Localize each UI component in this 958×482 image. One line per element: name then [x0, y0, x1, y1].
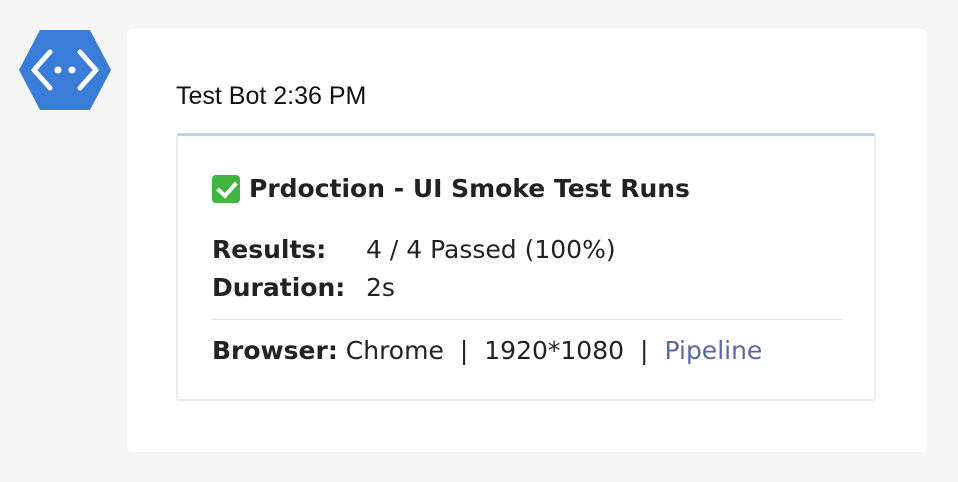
browser-label: Browser: [212, 336, 338, 365]
results-value: 4 / 4 Passed (100%) [366, 235, 616, 264]
separator: | [640, 336, 649, 365]
card-title: Prdoction - UI Smoke Test Runs [212, 174, 690, 204]
results-label: Results: [212, 235, 327, 264]
card-divider [212, 319, 843, 320]
card-title-text: Prdoction - UI Smoke Test Runs [249, 174, 690, 203]
test-result-card: Prdoction - UI Smoke Test Runs Results: 4… [176, 133, 876, 401]
duration-row: Duration: 2s [212, 273, 395, 303]
check-mark-icon [212, 175, 240, 203]
pipeline-link[interactable]: Pipeline [664, 336, 762, 365]
bot-name: Test Bot [176, 82, 267, 110]
browser-value: Chrome [345, 336, 444, 365]
message-time: 2:36 PM [273, 82, 367, 110]
duration-label: Duration: [212, 273, 346, 302]
duration-value: 2s [366, 273, 395, 302]
separator: | [459, 336, 469, 365]
results-row: Results: 4 / 4 Passed (100%) [212, 235, 616, 265]
card-footer: Browser: Chrome | 1920*1080 | Pipeline [212, 336, 762, 366]
message-bubble: Test Bot 2:36 PM Prdoction - UI Smoke Te… [127, 29, 927, 452]
resolution-value: 1920*1080 [484, 336, 625, 365]
message-header: Test Bot 2:36 PM [176, 81, 366, 111]
bot-avatar-icon [19, 30, 111, 110]
